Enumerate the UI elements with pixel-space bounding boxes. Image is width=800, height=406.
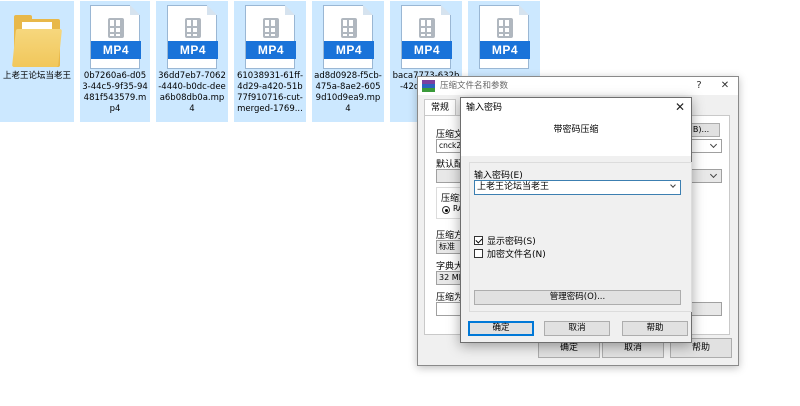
chevron-down-icon[interactable] <box>708 140 718 151</box>
mp4-badge: MP4 <box>402 41 452 59</box>
password-field[interactable]: 上老王论坛当老王 <box>474 180 681 195</box>
video-file-icon: MP4 <box>479 5 530 69</box>
encrypt-names-checkbox[interactable] <box>474 249 483 258</box>
file-name: 上老王论坛当老王 <box>2 71 71 81</box>
ok-button[interactable]: 确定 <box>468 321 534 336</box>
desktop-item-mp4[interactable]: MP4 61038931-61ff-4d29-a420-51b77f910716… <box>234 1 306 122</box>
file-name: ad8d0928-f5cb-475a-8ae2-6059d10d9ea9.mp4 <box>314 71 382 114</box>
chevron-down-icon[interactable] <box>670 182 676 188</box>
chevron-down-icon[interactable] <box>708 170 718 181</box>
winrar-icon <box>422 80 435 92</box>
desktop-item-folder[interactable]: 上老王论坛当老王 <box>0 1 74 122</box>
video-file-icon: MP4 <box>245 5 296 69</box>
desktop-item-mp4[interactable]: MP4 ad8d0928-f5cb-475a-8ae2-6059d10d9ea9… <box>312 1 384 122</box>
mp4-badge: MP4 <box>324 41 374 59</box>
desktop-item-mp4[interactable]: MP4 36dd7eb7-7062-4440-b0dc-deea6b08db0a… <box>156 1 228 122</box>
mp4-badge: MP4 <box>91 41 141 59</box>
password-dialog-header: 带密码压缩 <box>461 118 691 156</box>
tab-general[interactable]: 常规 <box>424 99 457 116</box>
show-password-label: 显示密码(S) <box>487 237 536 247</box>
desktop-item-mp4[interactable]: MP4 0b7260a6-d053-44c5-9f35-94481f543579… <box>80 1 150 122</box>
video-file-icon: MP4 <box>90 5 141 69</box>
close-icon[interactable]: ✕ <box>669 98 691 118</box>
video-file-icon: MP4 <box>167 5 218 69</box>
mp4-badge: MP4 <box>480 41 530 59</box>
password-dialog: 输入密码 ✕ 带密码压缩 输入密码(E) 上老王论坛当老王 显示密码(S) 加密… <box>460 97 692 343</box>
video-file-icon: MP4 <box>401 5 452 69</box>
close-icon[interactable]: ✕ <box>714 77 736 95</box>
file-name: 61038931-61ff-4d29-a420-51b77f910716-cut… <box>236 71 304 114</box>
password-value: 上老王论坛当老王 <box>477 182 550 192</box>
mp4-badge: MP4 <box>168 41 218 59</box>
encrypt-names-label: 加密文件名(N) <box>487 250 546 260</box>
show-password-checkbox[interactable] <box>474 236 483 245</box>
help-button[interactable]: 帮助 <box>622 321 688 336</box>
video-file-icon: MP4 <box>323 5 374 69</box>
help-icon[interactable]: ? <box>688 77 710 95</box>
file-name: 0b7260a6-d053-44c5-9f35-94481f543579.mp4 <box>82 71 148 114</box>
password-dialog-titlebar[interactable]: 输入密码 ✕ <box>461 98 691 118</box>
archive-dialog-titlebar[interactable]: 压缩文件名和参数 ? ✕ <box>418 77 738 95</box>
file-name: 36dd7eb7-7062-4440-b0dc-deea6b08db0a.mp4 <box>158 71 226 114</box>
format-radio[interactable] <box>442 206 450 214</box>
archive-dialog-title: 压缩文件名和参数 <box>440 81 509 91</box>
cancel-button[interactable]: 取消 <box>544 321 610 336</box>
manage-passwords-button[interactable]: 管理密码(O)... <box>474 290 681 305</box>
mp4-badge: MP4 <box>246 41 296 59</box>
folder-icon <box>12 5 62 69</box>
password-dialog-title: 输入密码 <box>466 103 503 113</box>
